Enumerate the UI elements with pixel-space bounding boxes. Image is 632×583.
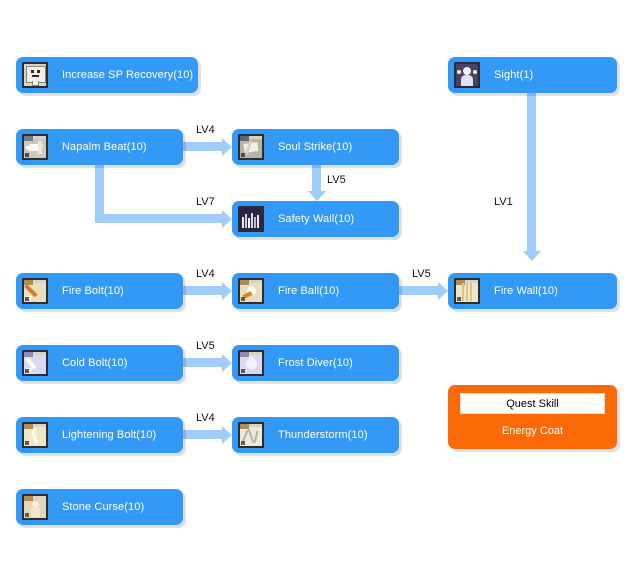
arrowhead-lightening-bolt-to-thunderstorm — [222, 426, 232, 444]
lv-label-lightening-bolt-to-thunderstorm: LV4 — [196, 412, 215, 424]
lv-label-soul-strike-to-safety-wall: LV5 — [327, 174, 346, 186]
skill-label-soul-strike: Soul Strike(10) — [278, 140, 353, 153]
skill-node-soul-strike[interactable]: Soul Strike(10) — [232, 129, 399, 165]
connector-lightening-bolt-to-thunderstorm — [183, 430, 222, 439]
arrowhead-napalm-to-safety-wall — [222, 210, 232, 228]
skill-node-cold-bolt[interactable]: Cold Bolt(10) — [16, 345, 183, 381]
scroll-safety-wall-icon — [238, 206, 264, 232]
connector-napalm-to-soul-strike — [183, 142, 222, 151]
skill-label-cold-bolt: Cold Bolt(10) — [62, 356, 128, 369]
skill-label-frost-diver: Frost Diver(10) — [278, 356, 353, 369]
skill-label-fire-bolt: Fire Bolt(10) — [62, 284, 124, 297]
skill-node-fire-wall[interactable]: Fire Wall(10) — [448, 273, 617, 309]
skill-label-napalm-beat: Napalm Beat(10) — [62, 140, 147, 153]
scroll-thunderstorm-icon — [238, 422, 264, 448]
scroll-napalm-beat-icon — [22, 134, 48, 160]
skill-tree-canvas: LV4 LV7 LV5 LV4 LV5 LV5 LV4 LV1 Increase… — [0, 0, 632, 583]
skill-label-fire-wall: Fire Wall(10) — [494, 284, 558, 297]
skill-node-stone-curse[interactable]: Stone Curse(10) — [16, 489, 183, 525]
connector-sight-to-fire-wall — [527, 93, 536, 251]
skill-label-safety-wall: Safety Wall(10) — [278, 212, 355, 225]
lv-label-napalm-to-soul-strike: LV4 — [196, 124, 215, 136]
connector-fire-bolt-to-fire-ball — [183, 286, 222, 295]
scroll-sight-icon — [454, 62, 480, 88]
lv-label-cold-bolt-to-frost-diver: LV5 — [196, 340, 215, 352]
skill-label-lightening-bolt: Lightening Bolt(10) — [62, 428, 157, 441]
quest-skill-header: Quest Skill — [460, 393, 605, 414]
lv-label-sight-to-fire-wall: LV1 — [494, 196, 513, 208]
skill-label-increase-sp-recovery: Increase SP Recovery(10) — [62, 68, 194, 81]
skill-label-fire-ball: Fire Ball(10) — [278, 284, 340, 297]
arrowhead-napalm-to-soul-strike — [222, 138, 232, 156]
arrowhead-soul-strike-to-safety-wall — [308, 191, 326, 201]
lv-label-napalm-to-safety-wall: LV7 — [196, 196, 215, 208]
scroll-lightening-bolt-icon — [22, 422, 48, 448]
skill-label-thunderstorm: Thunderstorm(10) — [278, 428, 368, 441]
skill-node-napalm-beat[interactable]: Napalm Beat(10) — [16, 129, 183, 165]
scroll-fire-ball-icon — [238, 278, 264, 304]
scroll-frost-diver-icon — [238, 350, 264, 376]
skill-node-sight[interactable]: Sight(1) — [448, 57, 617, 93]
quest-skill-header-label: Quest Skill — [506, 397, 559, 410]
skill-node-increase-sp-recovery[interactable]: Increase SP Recovery(10) — [16, 57, 198, 93]
scroll-cold-bolt-icon — [22, 350, 48, 376]
scroll-fire-bolt-icon — [22, 278, 48, 304]
lv-label-fire-ball-to-fire-wall: LV5 — [412, 268, 431, 280]
skill-node-fire-bolt[interactable]: Fire Bolt(10) — [16, 273, 183, 309]
skill-label-sight: Sight(1) — [494, 68, 534, 81]
scroll-fire-wall-icon — [454, 278, 480, 304]
skill-node-fire-ball[interactable]: Fire Ball(10) — [232, 273, 399, 309]
arrowhead-sight-to-fire-wall — [523, 251, 541, 261]
scroll-sp-recovery-icon — [22, 62, 48, 88]
quest-skill-panel[interactable]: Quest Skill Energy Coat — [448, 385, 617, 449]
connector-cold-bolt-to-frost-diver — [183, 358, 222, 367]
quest-skill-name[interactable]: Energy Coat — [460, 425, 605, 437]
connector-fire-ball-to-fire-wall — [399, 286, 438, 295]
skill-node-frost-diver[interactable]: Frost Diver(10) — [232, 345, 399, 381]
arrowhead-fire-ball-to-fire-wall — [438, 282, 448, 300]
connector-soul-strike-to-safety-wall — [312, 165, 321, 191]
skill-node-thunderstorm[interactable]: Thunderstorm(10) — [232, 417, 399, 453]
arrowhead-fire-bolt-to-fire-ball — [222, 282, 232, 300]
arrowhead-cold-bolt-to-frost-diver — [222, 354, 232, 372]
scroll-soul-strike-icon — [238, 134, 264, 160]
skill-node-safety-wall[interactable]: Safety Wall(10) — [232, 201, 399, 237]
lv-label-fire-bolt-to-fire-ball: LV4 — [196, 268, 215, 280]
skill-node-lightening-bolt[interactable]: Lightening Bolt(10) — [16, 417, 183, 453]
connector-napalm-to-safety-wall-horizontal — [95, 214, 222, 223]
scroll-stone-curse-icon — [22, 494, 48, 520]
skill-label-stone-curse: Stone Curse(10) — [62, 500, 145, 513]
